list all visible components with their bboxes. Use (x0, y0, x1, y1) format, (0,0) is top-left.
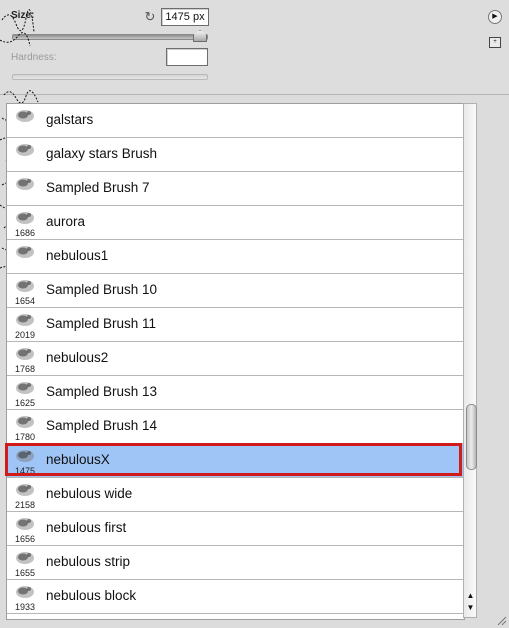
brush-preset-row[interactable]: 1654 Sampled Brush 10 (7, 274, 464, 308)
arrow-up-icon[interactable]: ▲ (466, 591, 475, 601)
brush-thumbnail-icon (16, 178, 34, 190)
brush-preset-row[interactable]: 2019 Sampled Brush 11 (7, 308, 464, 342)
brush-preset-row[interactable]: 1933 nebulous block (7, 580, 464, 614)
new-preset-icon[interactable]: + (489, 37, 501, 48)
brush-size-number: 1656 (15, 534, 36, 544)
brush-preset-name: nebulous2 (46, 350, 109, 365)
brush-options-panel: Size: ↻ 1475 px Hardness: ▶ + (0, 0, 509, 94)
hardness-input[interactable] (166, 48, 208, 66)
hardness-slider[interactable] (12, 74, 208, 80)
resize-grip-icon[interactable] (495, 614, 507, 626)
size-input[interactable]: 1475 px (161, 8, 209, 26)
reset-icon[interactable]: ↻ (143, 10, 157, 24)
size-slider-thumb[interactable] (193, 30, 207, 42)
brush-preset-list: galstars galaxy stars Brush Sampled Brush … (6, 103, 465, 620)
brush-thumbnail-icon (16, 280, 34, 292)
brush-preset-name: Sampled Brush 14 (46, 418, 158, 433)
brush-size-number: 1768 (15, 364, 36, 374)
brush-thumbnail-icon (16, 348, 34, 360)
brush-thumbnail-icon (16, 382, 34, 394)
brush-size-number: 1780 (15, 432, 36, 442)
brush-preset-name: nebulous wide (46, 486, 133, 501)
brush-preset-name: galaxy stars Brush (46, 146, 158, 161)
brush-preset-name: Sampled Brush 7 (46, 180, 150, 195)
brush-preset-name: Sampled Brush 13 (46, 384, 158, 399)
brush-thumbnail-icon (16, 110, 34, 122)
brush-preset-name: nebulous block (46, 588, 137, 603)
brush-preset-row[interactable]: 1475 nebulousX (7, 444, 464, 478)
size-label: Size: (11, 10, 35, 21)
brush-size-number: 1654 (15, 296, 36, 306)
brush-preset-name: aurora (46, 214, 86, 229)
brush-preset-row[interactable]: 1656 nebulous first (7, 512, 464, 546)
brush-preset-name: galstars (46, 112, 94, 127)
brush-size-number: 1655 (15, 568, 36, 578)
size-slider[interactable] (12, 34, 208, 40)
hardness-label: Hardness: (11, 52, 57, 63)
scroll-thumb[interactable] (466, 404, 477, 470)
brush-preset-row[interactable]: 2158 nebulous wide (7, 478, 464, 512)
brush-thumbnail-icon (16, 518, 34, 530)
brush-preset-name: Sampled Brush 11 (46, 316, 157, 331)
brush-size-number: 1686 (15, 228, 36, 238)
brush-preset-row[interactable]: 1780 Sampled Brush 14 (7, 410, 464, 444)
brush-preset-row[interactable]: nebulous1 (7, 240, 464, 274)
brush-thumbnail-icon (16, 484, 34, 496)
brush-size-number: 2158 (15, 500, 36, 510)
brush-thumbnail-icon (16, 450, 34, 462)
brush-thumbnail-icon (16, 246, 34, 258)
arrow-down-icon[interactable]: ▼ (466, 603, 475, 613)
brush-preset-row[interactable]: Sampled Brush 7 (7, 172, 464, 206)
brush-size-number: 2019 (15, 330, 36, 340)
brush-size-number: 1475 (15, 466, 36, 476)
brush-preset-row[interactable]: galaxy stars Brush (7, 138, 464, 172)
brush-thumbnail-icon (16, 586, 34, 598)
brush-preset-name: nebulous1 (46, 248, 109, 263)
brush-size-number: 1625 (15, 398, 36, 408)
brush-thumbnail-icon (16, 552, 34, 564)
brush-preset-name: nebulous first (46, 520, 127, 535)
brush-thumbnail-icon (16, 314, 34, 326)
brush-thumbnail-icon (16, 416, 34, 428)
brush-thumbnail-icon (16, 144, 34, 156)
brush-preset-row[interactable]: 1768 nebulous2 (7, 342, 464, 376)
brush-size-number: 1933 (15, 602, 36, 612)
brush-preset-name: nebulousX (46, 452, 110, 467)
brush-preset-row[interactable]: 1655 nebulous strip (7, 546, 464, 580)
brush-preset-row[interactable]: galstars (7, 104, 464, 138)
brush-preset-name: Sampled Brush 10 (46, 282, 158, 297)
brush-preset-row[interactable]: 1625 Sampled Brush 13 (7, 376, 464, 410)
panel-menu-icon[interactable]: ▶ (488, 10, 502, 24)
brush-preset-row[interactable]: 1686 aurora (7, 206, 464, 240)
panel-divider (0, 94, 509, 95)
brush-thumbnail-icon (16, 212, 34, 224)
brush-preset-name: nebulous strip (46, 554, 131, 569)
list-scrollbar[interactable]: ▲ ▼ (463, 103, 477, 618)
